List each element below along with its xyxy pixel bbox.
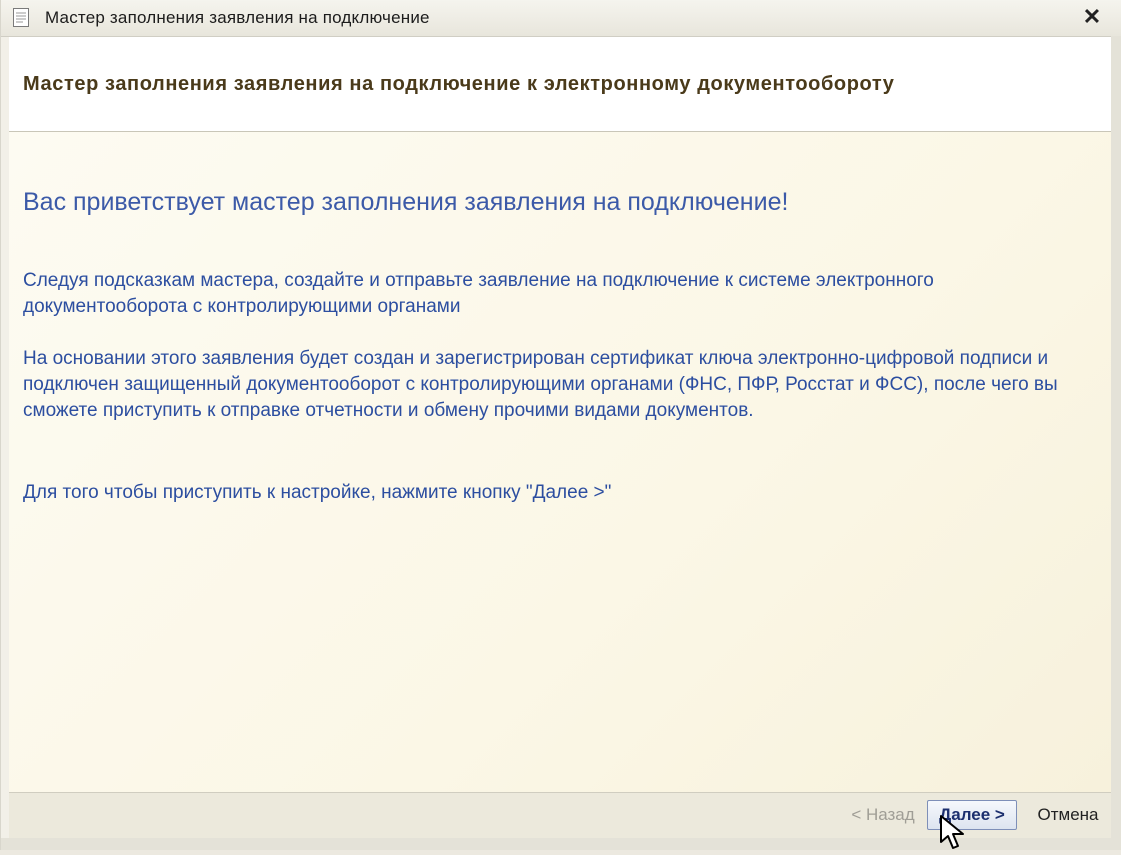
back-button[interactable]: < Назад — [847, 801, 919, 829]
wizard-content: Вас приветствует мастер заполнения заявл… — [9, 132, 1111, 792]
page-title: Мастер заполнения заявления на подключен… — [23, 73, 895, 95]
welcome-heading: Вас приветствует мастер заполнения заявл… — [23, 188, 789, 216]
document-icon — [13, 8, 29, 27]
title-bar[interactable]: Мастер заполнения заявления на подключен… — [1, 0, 1121, 37]
close-icon[interactable]: ✕ — [1080, 5, 1104, 29]
cancel-button[interactable]: Отмена — [1029, 801, 1107, 829]
details-paragraph: На основании этого заявления будет созда… — [23, 348, 1058, 421]
mouse-cursor-icon — [939, 814, 971, 850]
intro-paragraph: Следуя подсказкам мастера, создайте и от… — [23, 270, 934, 317]
instruction-paragraph: Для того чтобы приступить к настройке, н… — [23, 482, 612, 503]
wizard-window: Мастер заполнения заявления на подключен… — [0, 0, 1121, 850]
window-right-border — [1111, 36, 1121, 850]
window-title: Мастер заполнения заявления на подключен… — [45, 8, 430, 27]
wizard-header: Мастер заполнения заявления на подключен… — [9, 37, 1111, 132]
